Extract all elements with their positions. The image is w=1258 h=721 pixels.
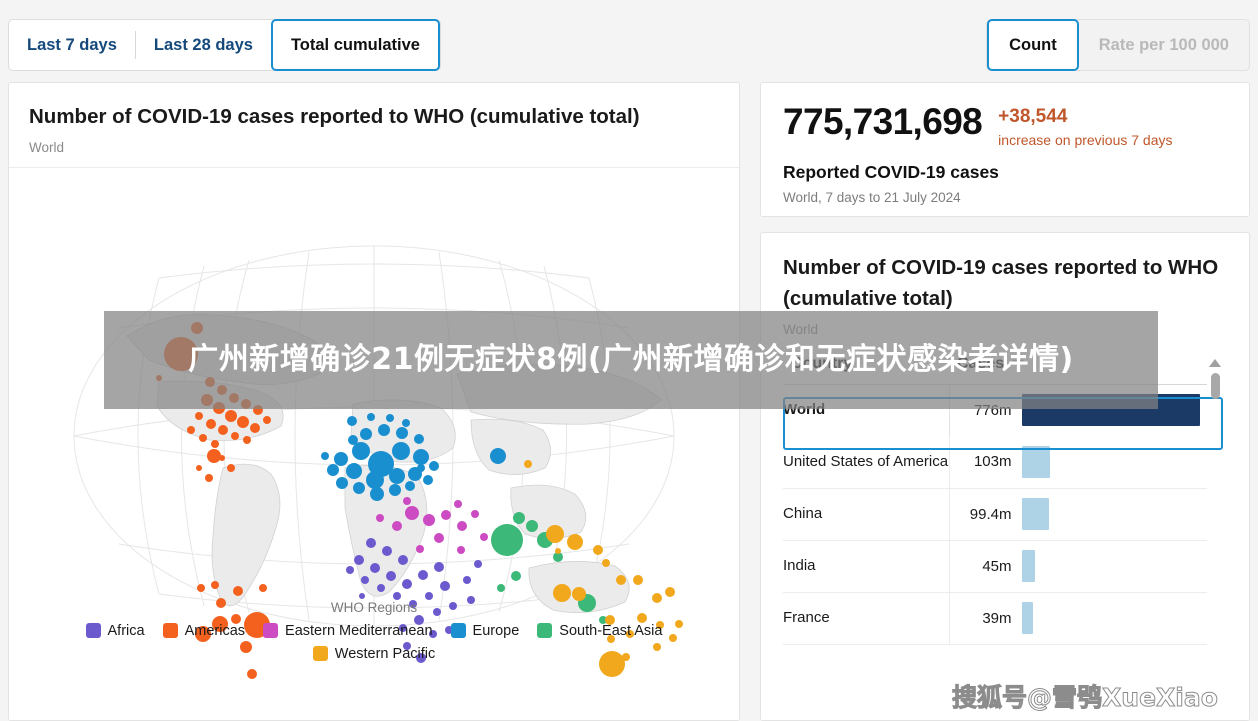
legend-label: Eastern Mediterranean bbox=[285, 622, 433, 639]
cell-country: World bbox=[783, 384, 950, 436]
legend-swatch-icon bbox=[537, 623, 553, 639]
total-cases-value: 775,731,698 bbox=[783, 101, 983, 142]
table-row[interactable]: France 39m bbox=[783, 592, 1208, 645]
stat-period: World, 7 days to 21 July 2024 bbox=[783, 189, 961, 205]
bar-row: 103m bbox=[950, 445, 1208, 478]
map-card: Number of COVID-19 cases reported to WHO… bbox=[8, 82, 740, 721]
bar-row: 99.4m bbox=[950, 498, 1208, 530]
legend-item-western-pacific[interactable]: Western Pacific bbox=[312, 645, 436, 662]
map-title: Number of COVID-19 cases reported to WHO… bbox=[29, 105, 640, 128]
sort-descending-icon bbox=[1012, 359, 1025, 367]
cell-cases: 45m bbox=[949, 540, 1208, 593]
legend-items: Africa Americas Eastern Mediterranean Eu… bbox=[9, 623, 739, 662]
cases-bar bbox=[1021, 394, 1200, 427]
column-header-cases[interactable]: Cases bbox=[949, 354, 1207, 385]
cell-cases: 39m bbox=[949, 592, 1208, 645]
country-cases-table: Country Cases World 776m United States o… bbox=[783, 354, 1208, 645]
cases-value: 45m bbox=[982, 557, 1012, 575]
legend-label: South-East Asia bbox=[559, 622, 663, 639]
scroll-up-arrow-icon[interactable] bbox=[1209, 358, 1221, 367]
stat-row: 775,731,698 +38,544 increase on previous… bbox=[783, 103, 1227, 148]
table-head: Country Cases bbox=[783, 354, 1207, 385]
legend-swatch-icon bbox=[85, 623, 101, 639]
table-row[interactable]: India 45m bbox=[783, 540, 1208, 593]
cell-country: United States of America bbox=[783, 436, 950, 489]
content-area: Number of COVID-19 cases reported to WHO… bbox=[0, 82, 1258, 721]
delta-value: +38,544 bbox=[998, 106, 1068, 127]
table-header-row: Country Cases bbox=[783, 354, 1207, 385]
map-legend: WHO Regions Africa Americas Eastern Medi… bbox=[9, 600, 739, 662]
tab-last-28-days[interactable]: Last 28 days bbox=[136, 20, 271, 70]
legend-label: Americas bbox=[184, 622, 246, 639]
toggle-rate-per-100000[interactable]: Rate per 100 000 bbox=[1079, 20, 1249, 70]
table-row[interactable]: World 776m bbox=[783, 384, 1207, 436]
right-column: 775,731,698 +38,544 increase on previous… bbox=[760, 82, 1250, 721]
delta-block: +38,544 increase on previous 7 days bbox=[998, 103, 1172, 148]
legend-title: WHO Regions bbox=[330, 599, 418, 615]
country-table-card: Number of COVID-19 cases reported to WHO… bbox=[760, 232, 1250, 721]
legend-label: Africa bbox=[107, 622, 145, 639]
legend-swatch-icon bbox=[263, 623, 279, 639]
table-title: Number of COVID-19 cases reported to WHO… bbox=[783, 256, 1219, 310]
legend-item-europe[interactable]: Europe bbox=[450, 622, 520, 639]
cell-cases: 99.4m bbox=[949, 488, 1208, 541]
tab-last-7-days[interactable]: Last 7 days bbox=[9, 20, 135, 70]
cases-bar bbox=[1021, 602, 1033, 634]
time-range-tabs: Last 7 days Last 28 days Total cumulativ… bbox=[8, 19, 441, 71]
delta-caption: increase on previous 7 days bbox=[998, 131, 1173, 148]
column-header-country[interactable]: Country bbox=[783, 354, 949, 385]
cases-value: 99.4m bbox=[969, 505, 1012, 523]
cell-cases: 103m bbox=[949, 436, 1208, 489]
cell-country: China bbox=[783, 488, 950, 541]
toggle-count[interactable]: Count bbox=[987, 19, 1079, 71]
table-body: World 776m United States of America 103m… bbox=[783, 384, 1208, 645]
scrollbar-thumb[interactable] bbox=[1210, 372, 1220, 399]
legend-item-south-east-asia[interactable]: South-East Asia bbox=[537, 623, 662, 639]
toolbar: Last 7 days Last 28 days Total cumulativ… bbox=[0, 0, 1258, 82]
cell-country: India bbox=[783, 540, 950, 593]
landmasses bbox=[126, 313, 662, 613]
legend-label: Western Pacific bbox=[334, 645, 436, 662]
cases-value: 39m bbox=[982, 609, 1012, 627]
cases-bar bbox=[1021, 498, 1049, 530]
bar-row: 45m bbox=[950, 550, 1208, 582]
tab-total-cumulative[interactable]: Total cumulative bbox=[270, 19, 440, 71]
cases-bar bbox=[1021, 550, 1035, 582]
legend-swatch-icon bbox=[450, 623, 466, 639]
dashboard-page: Last 7 days Last 28 days Total cumulativ… bbox=[0, 0, 1258, 721]
stat-label: Reported COVID-19 cases bbox=[783, 161, 999, 182]
legend-item-americas[interactable]: Americas bbox=[162, 622, 246, 639]
cases-value: 776m bbox=[973, 401, 1012, 419]
table-row[interactable]: United States of America 103m bbox=[783, 436, 1208, 489]
table-row[interactable]: China 99.4m bbox=[783, 488, 1208, 541]
table-scrollbar[interactable] bbox=[1207, 358, 1223, 649]
cell-country: France bbox=[783, 592, 950, 645]
legend-item-eastern-mediterranean[interactable]: Eastern Mediterranean bbox=[263, 623, 433, 639]
legend-label: Europe bbox=[472, 622, 520, 639]
map-subtitle: World bbox=[29, 139, 65, 155]
table-subtitle: World bbox=[783, 321, 819, 337]
column-header-cases-label: Cases bbox=[957, 354, 1005, 372]
bar-row: 776m bbox=[950, 394, 1208, 427]
cell-cases: 776m bbox=[949, 384, 1207, 436]
legend-item-africa[interactable]: Africa bbox=[85, 622, 145, 639]
map-card-header: Number of COVID-19 cases reported to WHO… bbox=[9, 83, 739, 168]
bar-row: 39m bbox=[950, 602, 1208, 634]
cases-bar bbox=[1021, 445, 1050, 478]
world-bubble-map[interactable]: WHO Regions Africa Americas Eastern Medi… bbox=[9, 168, 739, 688]
legend-swatch-icon bbox=[312, 646, 328, 662]
table-wrapper: Country Cases World 776m United States o… bbox=[783, 354, 1227, 645]
measure-toggle: Count Rate per 100 000 bbox=[986, 19, 1250, 71]
summary-stat-card: 775,731,698 +38,544 increase on previous… bbox=[760, 82, 1250, 217]
cases-value: 103m bbox=[973, 453, 1012, 471]
legend-swatch-icon bbox=[162, 623, 178, 639]
